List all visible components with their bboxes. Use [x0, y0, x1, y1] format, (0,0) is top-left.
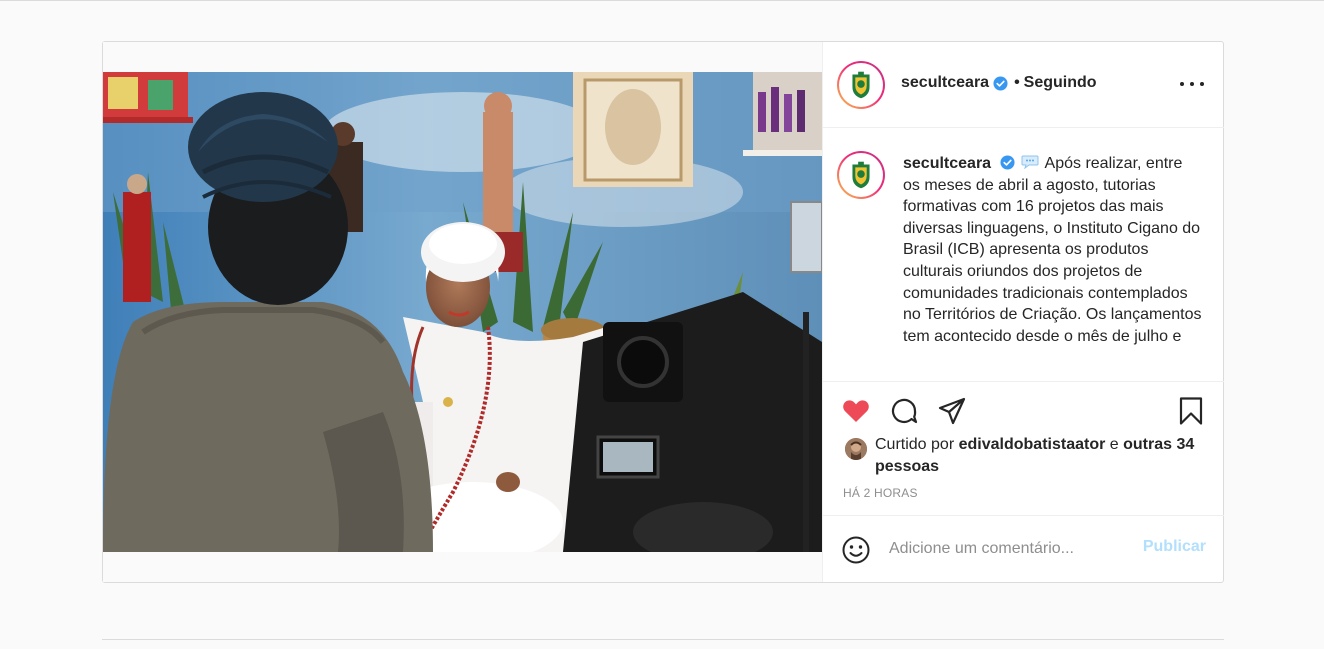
liked-by-prefix: Curtido por — [875, 436, 955, 453]
profile-avatar[interactable] — [837, 61, 885, 109]
bookmark-icon[interactable] — [1176, 396, 1206, 426]
post-sidebar: secultceara • Seguindo secultceara Após … — [822, 42, 1224, 582]
smiley-icon[interactable] — [841, 535, 871, 565]
verified-badge-icon — [993, 75, 1008, 91]
post-header: secultceara • Seguindo — [823, 42, 1224, 128]
speech-balloon-icon — [1021, 155, 1039, 169]
post-media — [103, 42, 822, 582]
caption-username[interactable]: secultceara — [903, 155, 991, 172]
bottom-divider — [102, 639, 1224, 640]
caption-body: Após realizar, entre os meses de abril a… — [903, 155, 1202, 345]
verified-badge-icon — [999, 155, 1015, 170]
comment-input[interactable] — [889, 536, 1129, 562]
separator-dot: • — [1014, 74, 1020, 91]
more-options-icon[interactable] — [1180, 74, 1204, 94]
publish-button[interactable]: Publicar — [1143, 538, 1206, 556]
liked-by-user-link[interactable]: edivaldobatistaator — [959, 436, 1106, 453]
liker-avatar[interactable] — [845, 438, 867, 460]
top-divider — [0, 0, 1324, 1]
paper-plane-icon[interactable] — [937, 396, 967, 426]
comment-bubble-icon[interactable] — [889, 396, 919, 426]
likes-summary: Curtido por edivaldobatistaator e outras… — [875, 434, 1205, 478]
heart-filled-icon[interactable] — [841, 396, 871, 426]
post-caption: secultceara Após realizar, entre os mese… — [903, 153, 1203, 347]
ceara-crest-icon — [842, 66, 880, 104]
caption-avatar[interactable] — [837, 151, 885, 199]
post-header-info: secultceara • Seguindo — [901, 74, 1097, 92]
post-card: secultceara • Seguindo secultceara Após … — [102, 41, 1224, 583]
username-link[interactable]: secultceara — [901, 74, 989, 92]
post-photo[interactable] — [103, 72, 822, 552]
post-actions: Curtido por edivaldobatistaator e outras… — [823, 381, 1224, 515]
caption-area: secultceara Após realizar, entre os mese… — [823, 129, 1224, 380]
ceara-crest-icon — [842, 156, 880, 194]
following-button[interactable]: Seguindo — [1024, 74, 1097, 92]
post-timestamp[interactable]: HÁ 2 HORAS — [843, 486, 918, 500]
liked-by-and: e — [1109, 436, 1119, 453]
comment-composer: Publicar — [823, 515, 1224, 582]
